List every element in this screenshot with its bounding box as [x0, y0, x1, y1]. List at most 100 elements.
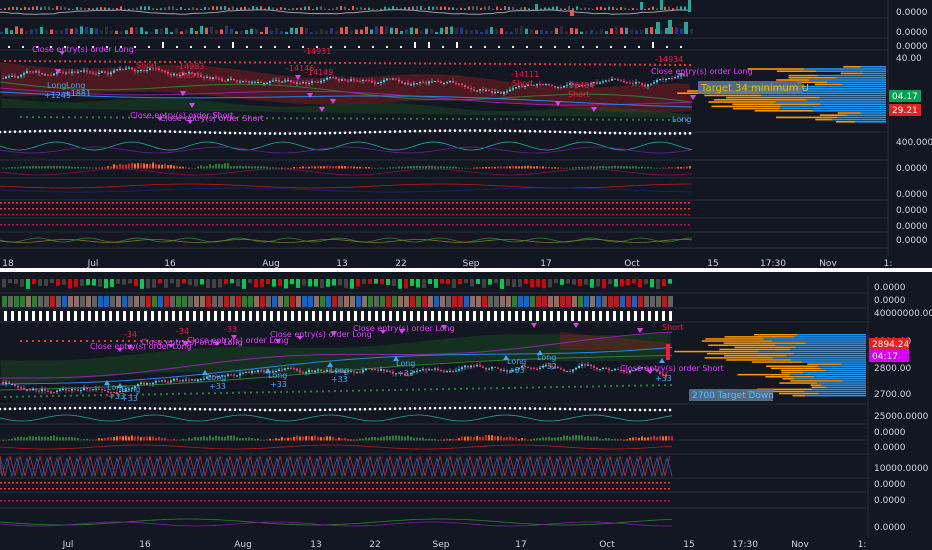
- bottom-histogram-bar: [161, 437, 163, 441]
- bottom-dot-row: [512, 488, 514, 490]
- top-green-dot: [518, 118, 520, 121]
- bottom-dot-row: [60, 488, 62, 490]
- bottom-dot-row: [656, 488, 658, 490]
- bottom-green-dot: [382, 389, 384, 392]
- bottom-candle: [317, 369, 319, 371]
- bottom-histogram-bar: [452, 438, 454, 441]
- bottom-vp-blue: [821, 384, 866, 386]
- top-dot-row: [648, 202, 650, 204]
- bottom-dot-row: [512, 500, 514, 502]
- bottom-dot-row: [108, 488, 110, 490]
- bottom-white-bar: [669, 311, 672, 321]
- bottom-histogram-bar: [218, 436, 220, 441]
- top-bead: [403, 130, 407, 133]
- top-annotation: Short: [512, 79, 533, 88]
- bottom-dot-row: [48, 500, 50, 502]
- top-bead: [553, 130, 557, 134]
- bottom-dot-row: [104, 500, 106, 502]
- bottom-dot-row: [252, 482, 254, 484]
- bottom-strip-square: [362, 279, 366, 284]
- bottom-white-bar: [466, 311, 469, 321]
- top-histogram-bar: [671, 167, 673, 169]
- top-dot-row: [648, 224, 650, 226]
- bottom-dot-row: [324, 488, 326, 490]
- top-strip-bar: [10, 30, 13, 34]
- bottom-histogram-bar: [545, 437, 547, 441]
- bottom-strip-square: [476, 279, 480, 284]
- top-dot-row: [384, 208, 386, 210]
- top-candle: [536, 83, 538, 86]
- top-histogram-bar: [32, 165, 34, 169]
- bottom-strip-square: [26, 279, 30, 289]
- top-bead: [333, 131, 337, 135]
- top-dot-row: [164, 224, 166, 226]
- top-red-dot: [394, 62, 396, 65]
- top-dot-row: [480, 202, 482, 204]
- bottom-vp-blue: [790, 348, 866, 351]
- top-red-dot: [534, 63, 536, 66]
- top-dot-row: [36, 202, 38, 204]
- top-mini-bar: [164, 7, 166, 10]
- top-dot-row: [308, 214, 310, 216]
- bottom-dot-row: [392, 482, 394, 484]
- bottom-histogram-bar: [422, 437, 424, 441]
- bottom-dot-row: [404, 500, 406, 502]
- bottom-dot-row: [376, 488, 378, 490]
- bottom-strip-square: [368, 279, 372, 284]
- top-date-label: Aug: [262, 259, 280, 269]
- top-dot-row: [216, 224, 218, 226]
- top-dot-row: [280, 208, 282, 210]
- top-dot-row: [424, 214, 426, 216]
- top-histogram-bar: [407, 166, 409, 169]
- bottom-candle: [389, 370, 391, 372]
- bottom-dot-row: [484, 482, 486, 484]
- bottom-histogram-bar: [659, 436, 661, 441]
- bottom-bead: [88, 406, 92, 410]
- chart-stage[interactable]: Close entry(s) order LongLong Long+1245+1…: [0, 0, 932, 550]
- top-strip-bar: [320, 28, 323, 34]
- top-strip-bar: [50, 29, 53, 34]
- top-histogram-bar: [527, 165, 529, 169]
- bottom-strip-square: [86, 279, 90, 286]
- top-spike: [535, 4, 538, 10]
- top-dot-row: [308, 224, 310, 226]
- top-mini-bar: [488, 6, 490, 10]
- bottom-candle: [416, 370, 418, 372]
- bottom-bead: [63, 406, 67, 410]
- bottom-histogram-bar: [134, 436, 136, 441]
- bottom-green-dot: [322, 390, 324, 393]
- bottom-multicolor-block: [350, 296, 355, 307]
- bottom-strip-square: [110, 279, 114, 287]
- bottom-candle: [77, 389, 79, 391]
- bottom-dot-row: [112, 500, 114, 502]
- bottom-histogram-bar: [608, 438, 610, 441]
- top-candle: [458, 83, 460, 85]
- bottom-histogram-bar: [644, 437, 646, 441]
- top-histogram-bar: [11, 167, 13, 169]
- top-candle: [374, 82, 376, 84]
- top-histogram-bar: [389, 167, 391, 169]
- top-dot-row: [612, 214, 614, 216]
- top-dot-row: [436, 202, 438, 204]
- top-strip-bar: [370, 29, 373, 34]
- bottom-candle: [365, 368, 367, 371]
- bottom-dot-row: [560, 488, 562, 490]
- bottom-dot-row: [368, 500, 370, 502]
- bottom-histogram-bar: [257, 438, 259, 441]
- bottom-dot-row: [296, 488, 298, 490]
- top-green-dot: [572, 118, 574, 121]
- top-green-dot: [542, 118, 544, 121]
- bottom-dot-row: [480, 488, 482, 490]
- top-green-dot: [620, 118, 622, 121]
- top-vp-blue: [842, 83, 886, 86]
- bottom-white-bar: [340, 311, 343, 321]
- top-mini-bar: [148, 6, 150, 10]
- top-dot-row: [104, 214, 106, 216]
- top-candle: [119, 68, 121, 70]
- bottom-bead: [398, 407, 402, 410]
- bottom-dot-row: [184, 482, 186, 484]
- bottom-dot-row: [80, 500, 82, 502]
- top-vp-blue: [817, 74, 886, 77]
- bottom-dot-row: [340, 500, 342, 502]
- top-mini-bar: [112, 8, 114, 10]
